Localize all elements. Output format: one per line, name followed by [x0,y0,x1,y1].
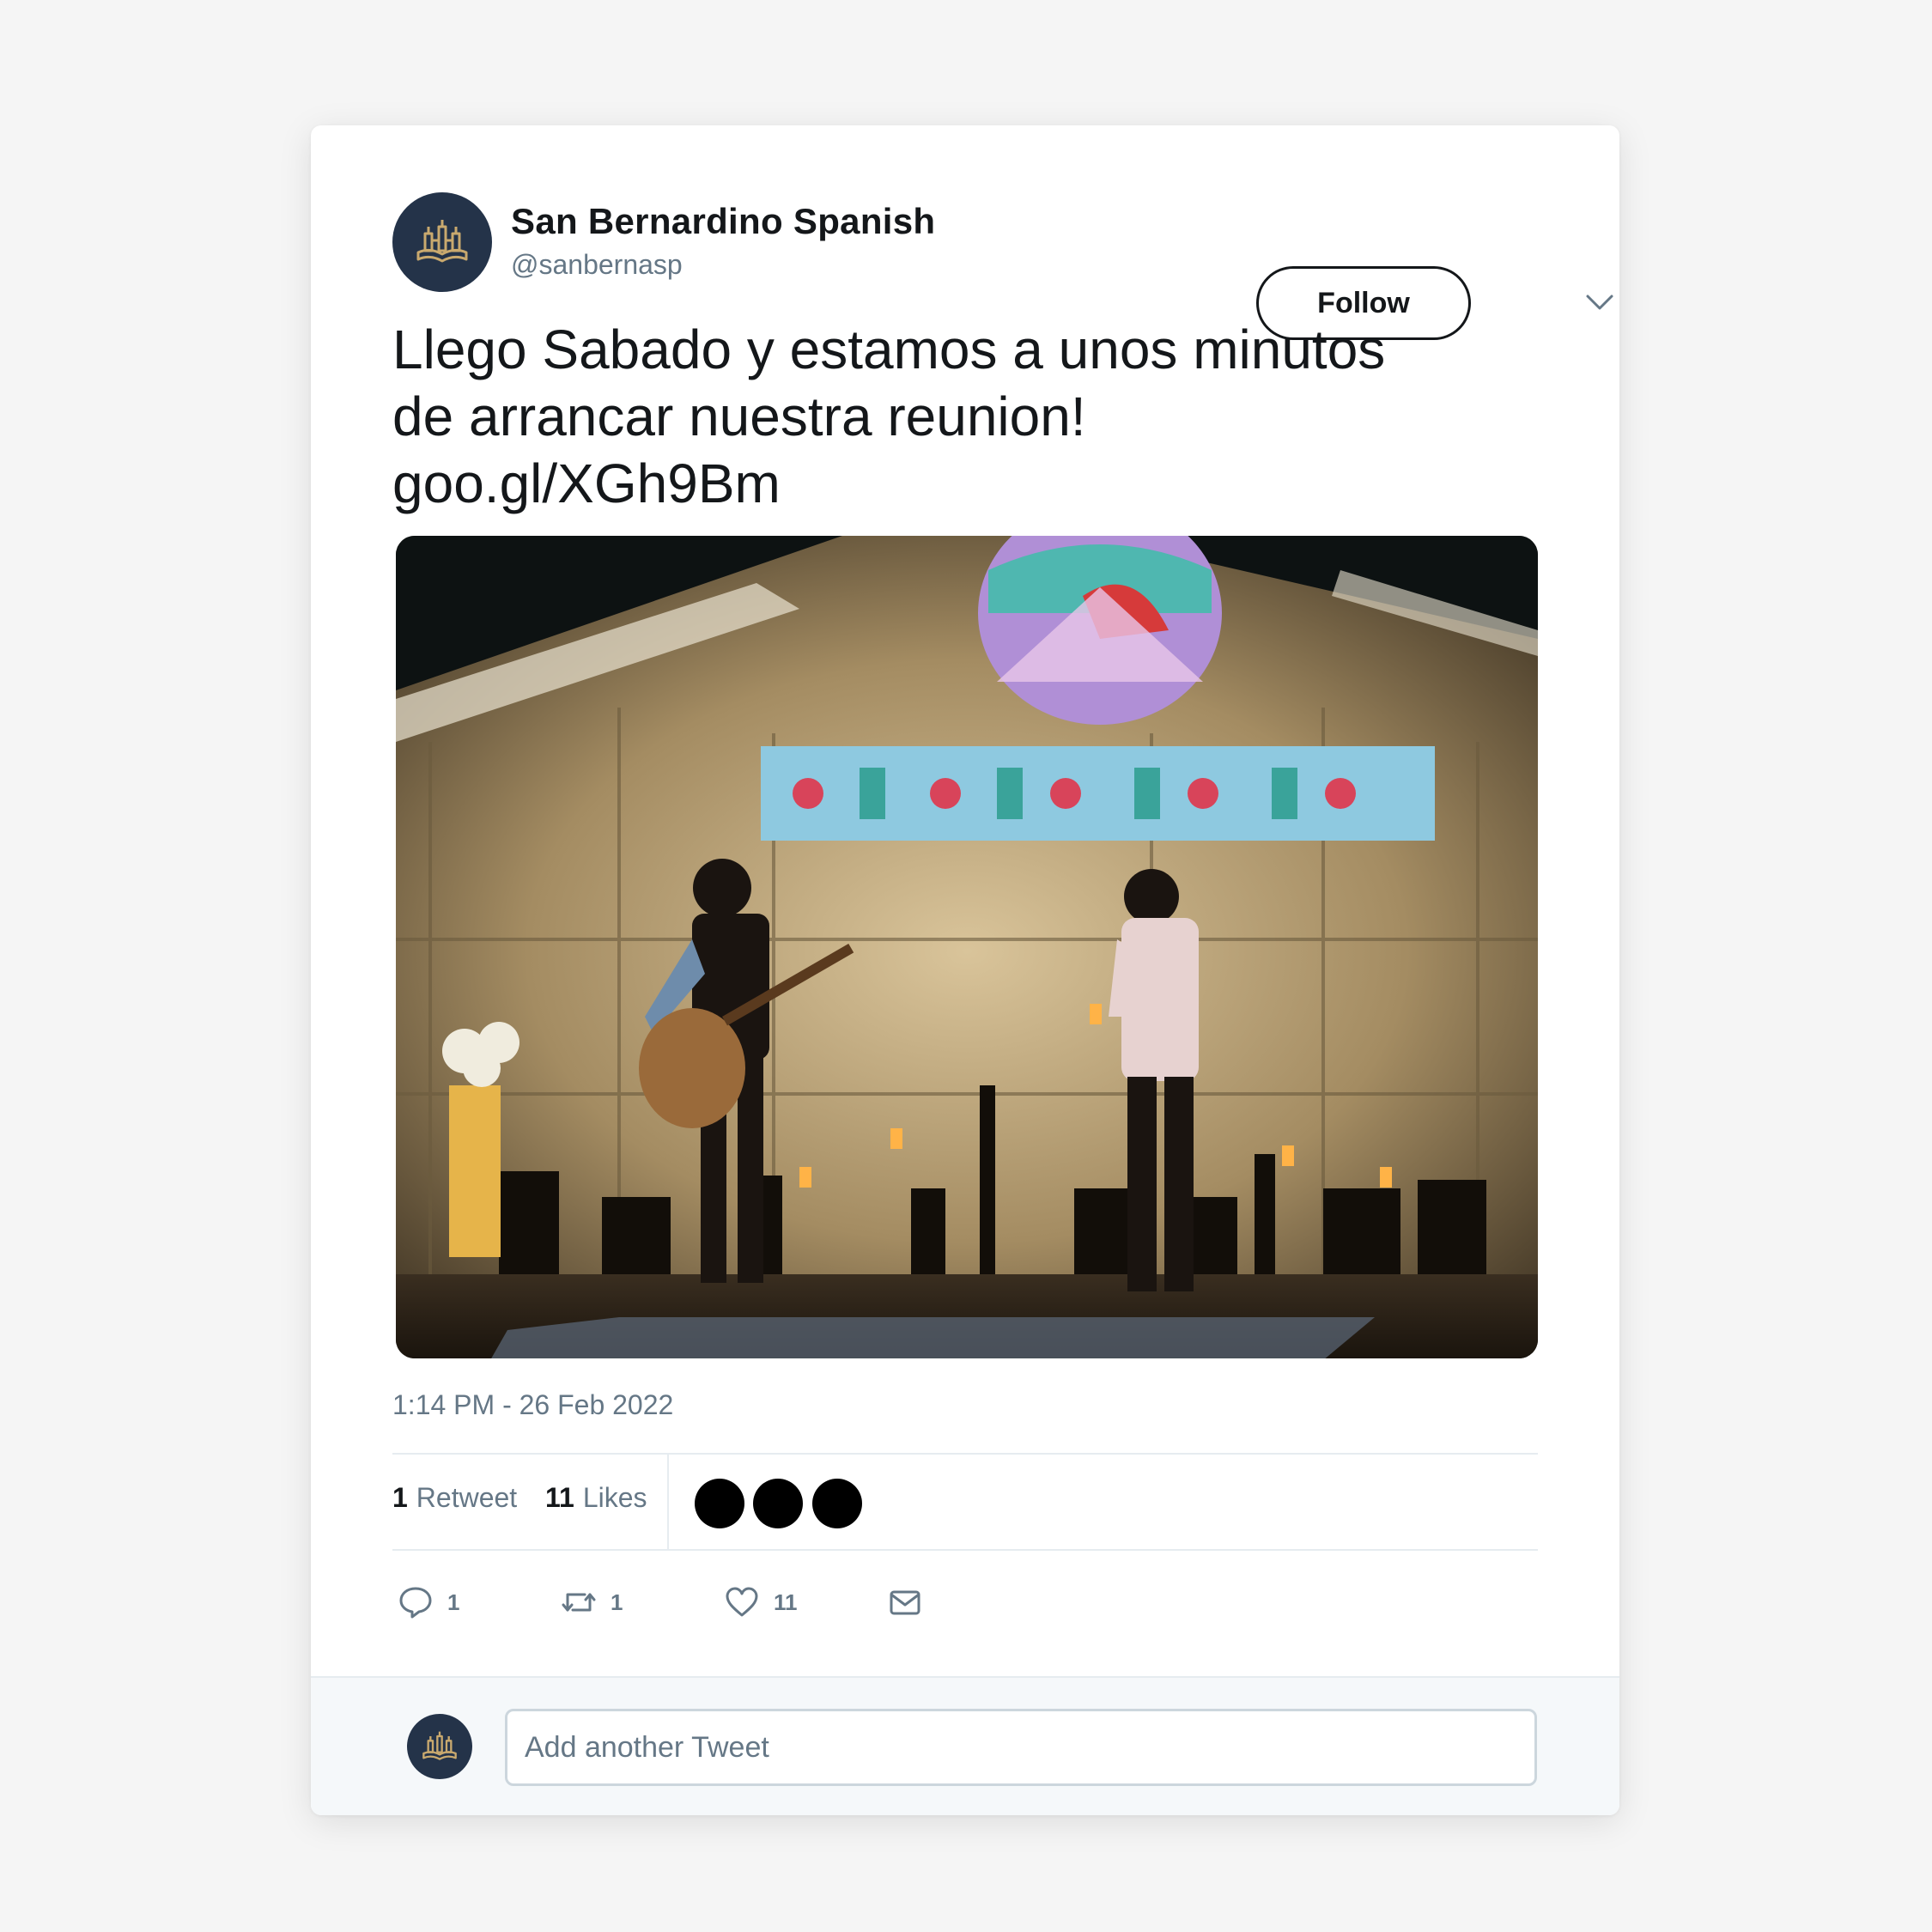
heart-icon [726,1587,758,1617]
liker-avatar[interactable] [695,1479,744,1528]
retweets-count: 1 [392,1482,408,1513]
tweet-text-line: Llego Sabado y estamos a unos minutos [392,319,1386,380]
more-options-button[interactable] [1581,283,1619,321]
author-display-name[interactable]: San Bernardino Spanish [511,201,935,242]
envelope-icon [890,1590,920,1615]
retweet-action[interactable]: 1 [561,1568,623,1637]
tweet-actions: 1 1 11 [392,1568,993,1637]
current-user-avatar[interactable] [407,1714,472,1779]
likes-label: Likes [582,1482,647,1513]
tweet-text: Llego Sabado y estamos a unos minutos de… [392,316,1543,517]
liker-avatar[interactable] [812,1479,862,1528]
church-book-logo-icon [422,1731,457,1760]
reply-count: 1 [447,1589,460,1615]
tweet-text-line: de arrancar nuestra reunion! [392,386,1086,447]
like-count: 11 [774,1589,798,1615]
retweets-label: Retweet [416,1482,518,1513]
stats-separator [667,1455,669,1549]
reply-action[interactable]: 1 [398,1568,459,1637]
direct-message-action[interactable] [887,1568,923,1637]
chevron-down-icon [1586,295,1613,310]
add-tweet-input[interactable] [505,1709,1537,1786]
reply-icon [399,1587,432,1619]
author-avatar[interactable] [392,192,492,292]
likes-count: 11 [545,1482,574,1513]
retweet-count: 1 [611,1589,623,1615]
likes-stat[interactable]: 11 Likes [545,1482,647,1514]
tweet-timestamp[interactable]: 1:14 PM - 26 Feb 2022 [392,1389,673,1421]
tweet-stats: 1 Retweet 11 Likes [392,1455,1538,1549]
author-handle[interactable]: @sanbernasp [511,249,683,281]
retweets-stat[interactable]: 1 Retweet [392,1482,517,1514]
divider [392,1549,1538,1551]
liker-avatar[interactable] [753,1479,803,1528]
tweet-header: San Bernardino Spanish @sanbernasp Follo… [392,192,1613,340]
tweet-media-photo[interactable] [396,536,1538,1358]
like-action[interactable]: 11 [724,1568,798,1637]
reply-bar [311,1676,1619,1815]
tweet-link[interactable]: goo.gl/XGh9Bm [392,450,1543,517]
stage-photo-illustration [396,536,1538,1358]
tweet-card: San Bernardino Spanish @sanbernasp Follo… [311,125,1619,1815]
retweet-icon [562,1593,596,1612]
church-book-logo-icon [416,220,468,263]
